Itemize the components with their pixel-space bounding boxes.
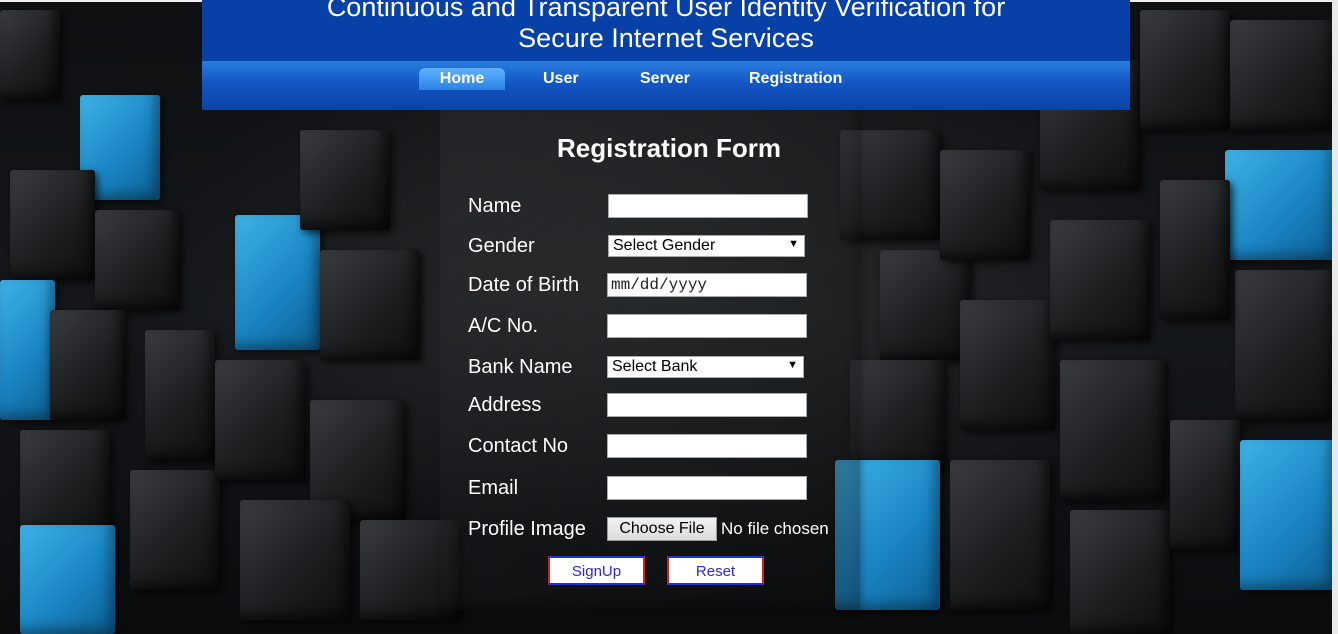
- bg-cube: [1235, 270, 1335, 420]
- bg-cube: [320, 250, 420, 360]
- site-title-line2: Secure Internet Services: [518, 23, 814, 53]
- site-title: Continuous and Transparent User Identity…: [202, 0, 1130, 54]
- site-title-line1: Continuous and Transparent User Identity…: [326, 0, 1006, 22]
- chevron-down-icon: ▼: [788, 238, 799, 250]
- bg-cube: [0, 280, 55, 420]
- profile-image-label: Profile Image: [468, 518, 586, 540]
- form-title: Registration Form: [557, 133, 781, 163]
- bg-cube: [0, 10, 60, 100]
- contact-label: Contact No: [468, 435, 569, 457]
- bg-cube: [940, 150, 1030, 260]
- reset-button[interactable]: Reset: [667, 556, 764, 585]
- bg-cube: [1160, 180, 1230, 320]
- address-input[interactable]: [607, 393, 807, 417]
- bg-cube: [20, 430, 110, 540]
- bg-cube: [1240, 440, 1335, 590]
- nav-server[interactable]: Server: [640, 68, 690, 90]
- bg-cube: [850, 360, 945, 470]
- gender-select-value: Select Gender: [613, 237, 716, 254]
- bg-cube: [95, 210, 180, 310]
- bank-select-value: Select Bank: [612, 358, 698, 375]
- bg-cube: [1070, 510, 1170, 634]
- site-header: Continuous and Transparent User Identity…: [202, 0, 1130, 110]
- gender-select[interactable]: Select Gender ▼: [608, 235, 805, 257]
- main-nav: Home User Server Registration: [202, 61, 1130, 110]
- bg-cube: [240, 500, 350, 620]
- nav-user[interactable]: User: [543, 68, 579, 90]
- ac-label: A/C No.: [468, 315, 539, 337]
- address-label: Address: [468, 394, 542, 416]
- bg-cube: [215, 360, 305, 480]
- bg-cube: [20, 525, 115, 634]
- bg-cube: [960, 300, 1055, 430]
- bg-cube: [880, 250, 970, 360]
- signup-button[interactable]: SignUp: [548, 556, 645, 585]
- choose-file-button[interactable]: Choose File: [607, 517, 717, 541]
- scrollbar[interactable]: [1332, 0, 1338, 634]
- dob-label: Date of Birth: [468, 274, 580, 296]
- bg-cube: [145, 330, 215, 460]
- dob-input[interactable]: mm/dd/yyyy: [607, 273, 807, 297]
- bg-cube: [50, 310, 125, 420]
- contact-input[interactable]: [607, 434, 807, 458]
- nav-home[interactable]: Home: [419, 68, 505, 90]
- bg-cube: [1170, 420, 1240, 550]
- nav-registration[interactable]: Registration: [749, 68, 842, 90]
- ac-input[interactable]: [607, 314, 807, 338]
- bg-cube: [235, 215, 320, 350]
- gender-label: Gender: [468, 235, 535, 257]
- bg-cube: [950, 460, 1050, 610]
- bg-cube: [1050, 220, 1150, 340]
- bg-cube: [10, 170, 95, 280]
- chevron-down-icon: ▼: [787, 359, 798, 371]
- bg-cube: [1060, 360, 1165, 500]
- name-label: Name: [468, 195, 522, 217]
- bg-cube: [1230, 20, 1335, 130]
- bg-cube: [1225, 150, 1335, 260]
- file-status: No file chosen: [721, 519, 829, 538]
- name-input[interactable]: [608, 194, 808, 218]
- email-input[interactable]: [607, 476, 807, 500]
- bg-cube: [1140, 10, 1230, 130]
- bank-select[interactable]: Select Bank ▼: [607, 356, 804, 378]
- bg-cube: [130, 470, 220, 590]
- email-label: Email: [468, 477, 519, 499]
- bank-label: Bank Name: [468, 356, 573, 378]
